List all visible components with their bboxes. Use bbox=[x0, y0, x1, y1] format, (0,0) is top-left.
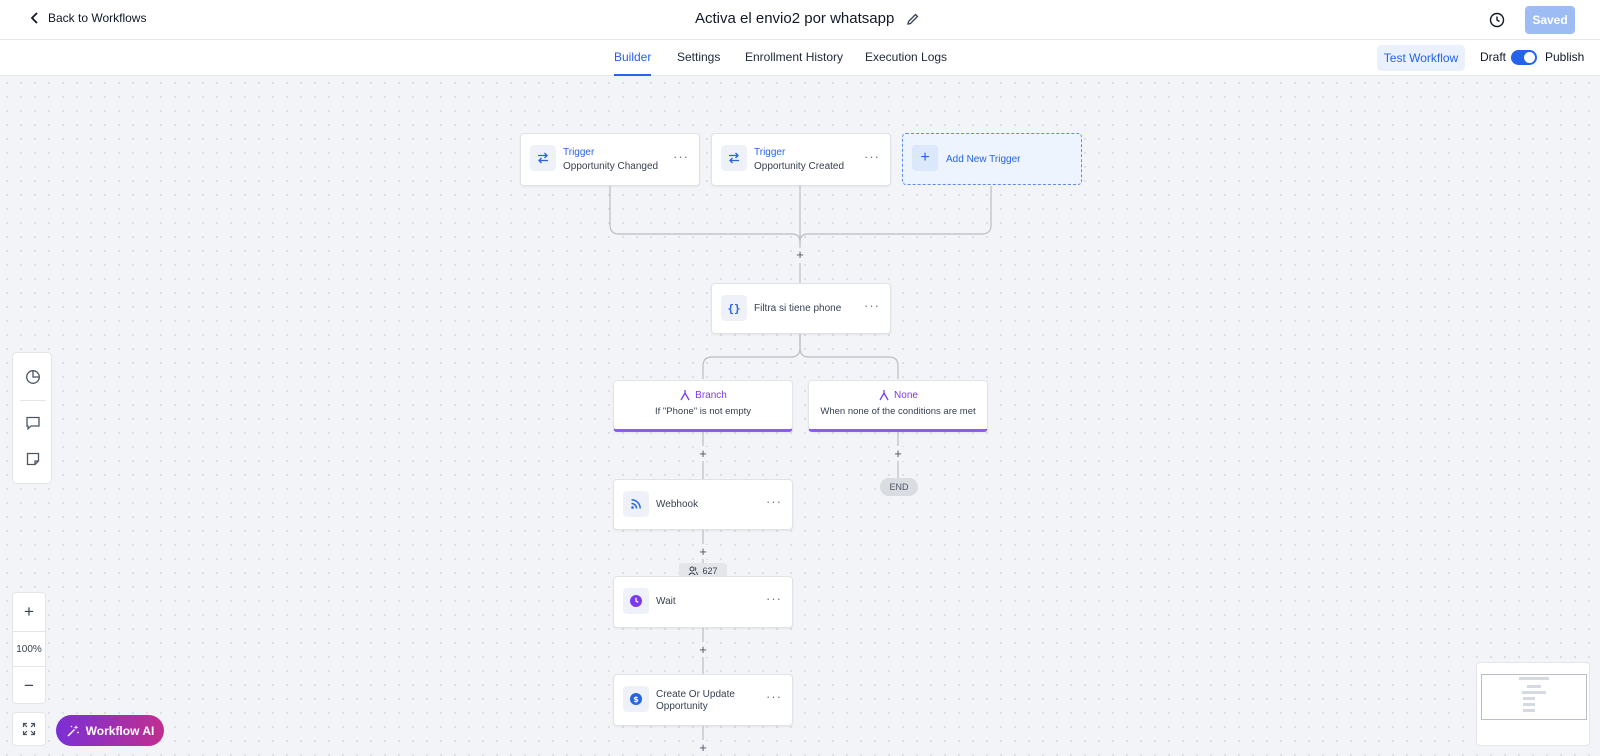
tab-execution-logs[interactable]: Execution Logs bbox=[865, 50, 947, 76]
publish-toggle[interactable] bbox=[1511, 50, 1537, 65]
users-icon bbox=[688, 566, 699, 576]
trigger-name: Opportunity Changed bbox=[563, 161, 659, 172]
branch-icon bbox=[879, 390, 889, 401]
plus-icon: + bbox=[912, 145, 938, 171]
more-options-icon[interactable]: ··· bbox=[766, 494, 782, 509]
trigger-node-opportunity-changed[interactable]: Trigger Opportunity Changed ··· bbox=[520, 133, 700, 186]
trigger-node-opportunity-created[interactable]: Trigger Opportunity Created ··· bbox=[711, 133, 891, 186]
create-update-opportunity-node[interactable]: $ Create Or Update Opportunity ··· bbox=[613, 674, 793, 726]
back-label: Back to Workflows bbox=[48, 11, 147, 25]
workflow-title-text: Activa el envio2 por whatsapp bbox=[695, 10, 895, 27]
pie-chart-icon[interactable] bbox=[25, 369, 41, 385]
more-options-icon[interactable]: ··· bbox=[864, 298, 880, 313]
top-bar: Back to Workflows Activa el envio2 por w… bbox=[0, 0, 1600, 40]
zoom-out-button[interactable]: − bbox=[13, 668, 45, 704]
more-options-icon[interactable]: ··· bbox=[766, 689, 782, 704]
branch-condition: If "Phone" is not empty bbox=[655, 406, 751, 417]
workflow-title: Activa el envio2 por whatsapp bbox=[695, 10, 920, 27]
end-pill: END bbox=[880, 478, 918, 496]
zoom-level: 100% bbox=[13, 631, 45, 667]
more-options-icon[interactable]: ··· bbox=[766, 591, 782, 606]
wait-label: Wait bbox=[656, 596, 676, 607]
swap-icon bbox=[721, 145, 747, 171]
workflow-ai-button[interactable]: Workflow AI bbox=[56, 715, 164, 746]
rss-icon bbox=[623, 491, 649, 517]
minimap-node bbox=[1519, 677, 1549, 680]
tab-builder[interactable]: Builder bbox=[614, 50, 652, 76]
edit-pencil-icon[interactable] bbox=[906, 12, 920, 26]
magic-wand-icon bbox=[67, 724, 79, 737]
svg-text:$: $ bbox=[633, 695, 639, 704]
expand-icon bbox=[22, 722, 36, 736]
minimap-node bbox=[1522, 691, 1546, 694]
minimap-node bbox=[1527, 685, 1541, 688]
trigger-name: Opportunity Created bbox=[754, 161, 845, 172]
publish-label: Publish bbox=[1545, 50, 1585, 64]
contacts-count: 627 bbox=[702, 566, 718, 576]
saved-button[interactable]: Saved bbox=[1525, 6, 1575, 34]
divider bbox=[20, 400, 46, 401]
create-update-opportunity-label: Create Or Update Opportunity bbox=[656, 689, 735, 712]
add-step-plus-icon[interactable]: + bbox=[696, 741, 710, 755]
tab-settings[interactable]: Settings bbox=[677, 50, 720, 76]
sticky-note-icon[interactable] bbox=[25, 451, 41, 467]
comment-icon[interactable] bbox=[25, 415, 41, 431]
branch-node-phone[interactable]: Branch If "Phone" is not empty bbox=[613, 380, 793, 432]
minimap-node bbox=[1523, 709, 1535, 712]
add-step-plus-icon[interactable]: + bbox=[696, 545, 710, 559]
minimap-node bbox=[1523, 697, 1535, 700]
swap-icon bbox=[530, 145, 556, 171]
filter-node[interactable]: {} Filtra si tiene phone ··· bbox=[711, 283, 891, 334]
add-step-plus-icon[interactable]: + bbox=[793, 248, 807, 262]
branch-node-none[interactable]: None When none of the conditions are met bbox=[808, 380, 988, 432]
add-step-plus-icon[interactable]: + bbox=[891, 447, 905, 461]
dollar-icon: $ bbox=[623, 686, 649, 712]
trigger-kind: Trigger bbox=[563, 147, 595, 158]
zoom-in-button[interactable]: + bbox=[13, 594, 45, 630]
tab-enrollment-history[interactable]: Enrollment History bbox=[745, 50, 843, 76]
zoom-controls: + 100% − bbox=[12, 592, 46, 704]
fit-to-screen-button[interactable] bbox=[12, 712, 46, 746]
history-icon[interactable] bbox=[1488, 11, 1506, 29]
add-trigger-label: Add New Trigger bbox=[946, 154, 1021, 165]
wait-node[interactable]: Wait ··· bbox=[613, 576, 793, 628]
workflow-ai-label: Workflow AI bbox=[85, 723, 155, 738]
more-options-icon[interactable]: ··· bbox=[673, 149, 689, 164]
trigger-kind: Trigger bbox=[754, 147, 786, 158]
clock-icon bbox=[623, 588, 649, 614]
canvas-minimap[interactable] bbox=[1476, 662, 1590, 746]
test-workflow-button[interactable]: Test Workflow bbox=[1377, 45, 1465, 71]
code-braces-icon: {} bbox=[721, 295, 747, 321]
branch-title: Branch bbox=[695, 389, 727, 401]
filter-node-label: Filtra si tiene phone bbox=[754, 303, 842, 314]
branch-icon bbox=[680, 390, 690, 401]
canvas-tool-panel bbox=[12, 352, 52, 484]
tab-bar: Builder Settings Enrollment History Exec… bbox=[0, 40, 1600, 76]
branch-title: None bbox=[894, 389, 918, 401]
webhook-node[interactable]: Webhook ··· bbox=[613, 479, 793, 530]
add-step-plus-icon[interactable]: + bbox=[696, 643, 710, 657]
add-step-plus-icon[interactable]: + bbox=[696, 447, 710, 461]
add-new-trigger-button[interactable]: + Add New Trigger bbox=[902, 133, 1082, 185]
chevron-left-icon bbox=[30, 12, 38, 24]
minimap-node bbox=[1523, 703, 1535, 706]
branch-condition: When none of the conditions are met bbox=[820, 406, 976, 417]
webhook-label: Webhook bbox=[656, 499, 699, 510]
draft-label: Draft bbox=[1480, 50, 1507, 64]
more-options-icon[interactable]: ··· bbox=[864, 149, 880, 164]
back-to-workflows-link[interactable]: Back to Workflows bbox=[28, 11, 146, 25]
